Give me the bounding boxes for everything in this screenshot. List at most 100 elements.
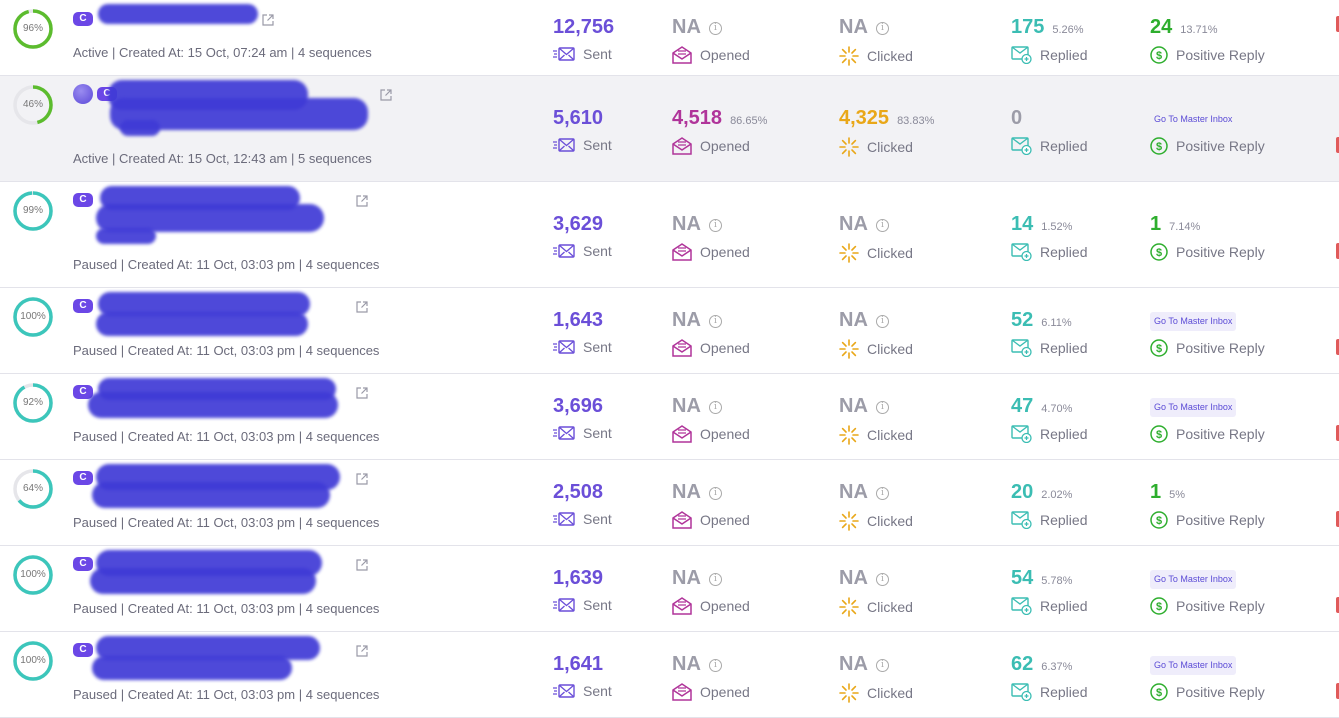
replied-count: 20	[1011, 481, 1034, 503]
replied-label-text: Replied	[1040, 684, 1088, 700]
replied-label: Replied	[1011, 137, 1087, 155]
svg-text:$: $	[1156, 50, 1162, 62]
progress-ring: 92%	[12, 382, 54, 424]
go-to-master-inbox-button[interactable]: Go To Master Inbox	[1150, 570, 1237, 589]
svg-text:$: $	[1156, 601, 1162, 613]
external-link-icon[interactable]	[356, 644, 368, 657]
click-burst-icon	[839, 511, 859, 531]
sent-count: 5,610	[553, 107, 604, 129]
sent-label-text: Sent	[583, 46, 612, 62]
external-link-icon[interactable]	[356, 300, 368, 313]
sent-count: 12,756	[553, 16, 615, 38]
info-icon[interactable]: i	[875, 487, 889, 500]
campaign-row[interactable]: 92% C Paused | Created At: 11 Oct, 03:03 p…	[0, 374, 1339, 460]
campaign-row[interactable]: 100% C Paused | Created At: 11 Oct, 03:03 …	[0, 288, 1339, 374]
campaign-row[interactable]: 64% C Paused | Created At: 11 Oct, 03:03 p…	[0, 460, 1339, 546]
clicked-count: NA	[839, 567, 868, 589]
external-link-icon[interactable]	[356, 558, 368, 571]
campaign-row[interactable]: 99% C Paused | Created At: 11 Oct, 03:03 p…	[0, 182, 1339, 288]
sent-value: 1,643	[553, 309, 603, 332]
clicked-label-text: Clicked	[867, 513, 913, 529]
opened-percent: 86.65%	[730, 115, 768, 127]
campaign-row[interactable]: 100% C Paused | Created At: 11 Oct, 03:03 …	[0, 632, 1339, 718]
dollar-circle-icon: $	[1150, 683, 1168, 701]
info-icon[interactable]: i	[708, 659, 722, 672]
campaign-meta: Paused | Created At: 11 Oct, 03:03 pm | …	[73, 687, 380, 702]
progress-ring: 100%	[12, 640, 54, 682]
info-icon[interactable]: i	[875, 219, 889, 232]
campaign-row[interactable]: 46% C Active | Created At: 15 Oct, 12:43 a…	[0, 76, 1339, 182]
external-link-icon[interactable]	[380, 88, 392, 101]
redaction-mark	[98, 4, 258, 24]
info-icon[interactable]: i	[708, 487, 722, 500]
external-link-icon[interactable]	[356, 472, 368, 485]
external-link-icon[interactable]	[356, 386, 368, 399]
clicked-label-text: Clicked	[867, 341, 913, 357]
svg-text:$: $	[1156, 687, 1162, 699]
clicked-label-text: Clicked	[867, 48, 913, 64]
campaign-row[interactable]: 100% C Paused | Created At: 11 Oct, 03:03 …	[0, 546, 1339, 632]
replied-value: 47 4.70%	[1011, 395, 1072, 418]
reply-mail-icon	[1011, 137, 1032, 155]
external-link-icon[interactable]	[262, 13, 274, 26]
opened-count: NA	[672, 213, 701, 235]
positive-reply-label: $ Positive Reply	[1150, 425, 1265, 443]
replied-count: 14	[1011, 213, 1034, 235]
positive-reply-count: 24	[1150, 16, 1173, 38]
dollar-circle-icon: $	[1150, 46, 1168, 64]
clicked-label-text: Clicked	[867, 245, 913, 261]
clicked-label-text: Clicked	[867, 139, 913, 155]
positive-reply-label-text: Positive Reply	[1176, 598, 1265, 614]
info-icon[interactable]: i	[708, 22, 722, 35]
svg-text:$: $	[1156, 343, 1162, 355]
replied-label: Replied	[1011, 339, 1087, 357]
replied-value: 20 2.02%	[1011, 481, 1072, 504]
opened-count: NA	[672, 653, 701, 675]
info-icon[interactable]: i	[708, 401, 722, 414]
positive-reply-label-text: Positive Reply	[1176, 340, 1265, 356]
sent-label: Sent	[553, 46, 612, 62]
info-icon[interactable]: i	[875, 315, 889, 328]
clicked-label: Clicked	[839, 425, 913, 445]
replied-label: Replied	[1011, 511, 1087, 529]
redaction-mark	[120, 120, 160, 136]
reply-mail-icon	[1011, 511, 1032, 529]
sent-label-text: Sent	[583, 137, 612, 153]
info-icon[interactable]: i	[875, 573, 889, 586]
opened-value: NA i	[672, 309, 722, 332]
sent-label: Sent	[553, 339, 612, 355]
reply-mail-icon	[1011, 46, 1032, 64]
positive-reply-value: 1 5%	[1150, 481, 1185, 504]
info-icon[interactable]: i	[875, 659, 889, 672]
go-to-master-inbox-button[interactable]: Go To Master Inbox	[1150, 312, 1237, 331]
svg-text:$: $	[1156, 141, 1162, 153]
info-icon[interactable]: i	[708, 315, 722, 328]
info-icon[interactable]: i	[708, 573, 722, 586]
envelope-send-icon	[553, 598, 575, 612]
positive-reply-label: $ Positive Reply	[1150, 339, 1265, 357]
envelope-send-icon	[553, 340, 575, 354]
redaction-mark	[96, 312, 308, 336]
opened-value: NA i	[672, 653, 722, 676]
envelope-open-icon	[672, 137, 692, 155]
clicked-label: Clicked	[839, 511, 913, 531]
opened-label-text: Opened	[700, 598, 750, 614]
sent-label-text: Sent	[583, 243, 612, 259]
go-to-master-inbox-button[interactable]: Go To Master Inbox	[1150, 656, 1237, 675]
opened-label-text: Opened	[700, 340, 750, 356]
opened-value: NA i	[672, 16, 722, 39]
external-link-icon[interactable]	[356, 194, 368, 207]
progress-percent: 100%	[20, 311, 46, 322]
info-icon[interactable]: i	[708, 219, 722, 232]
click-burst-icon	[839, 243, 859, 263]
positive-reply-label-text: Positive Reply	[1176, 47, 1265, 63]
opened-label-text: Opened	[700, 426, 750, 442]
clicked-label: Clicked	[839, 339, 913, 359]
info-icon[interactable]: i	[875, 401, 889, 414]
sent-count: 3,629	[553, 213, 604, 235]
go-to-master-inbox-button[interactable]: Go To Master Inbox	[1150, 110, 1236, 129]
go-to-master-inbox-button[interactable]: Go To Master Inbox	[1150, 398, 1237, 417]
info-icon[interactable]: i	[875, 22, 889, 35]
envelope-open-icon	[672, 597, 692, 615]
campaign-row[interactable]: 96% C Active | Created At: 15 Oct, 07:24 a…	[0, 0, 1339, 76]
